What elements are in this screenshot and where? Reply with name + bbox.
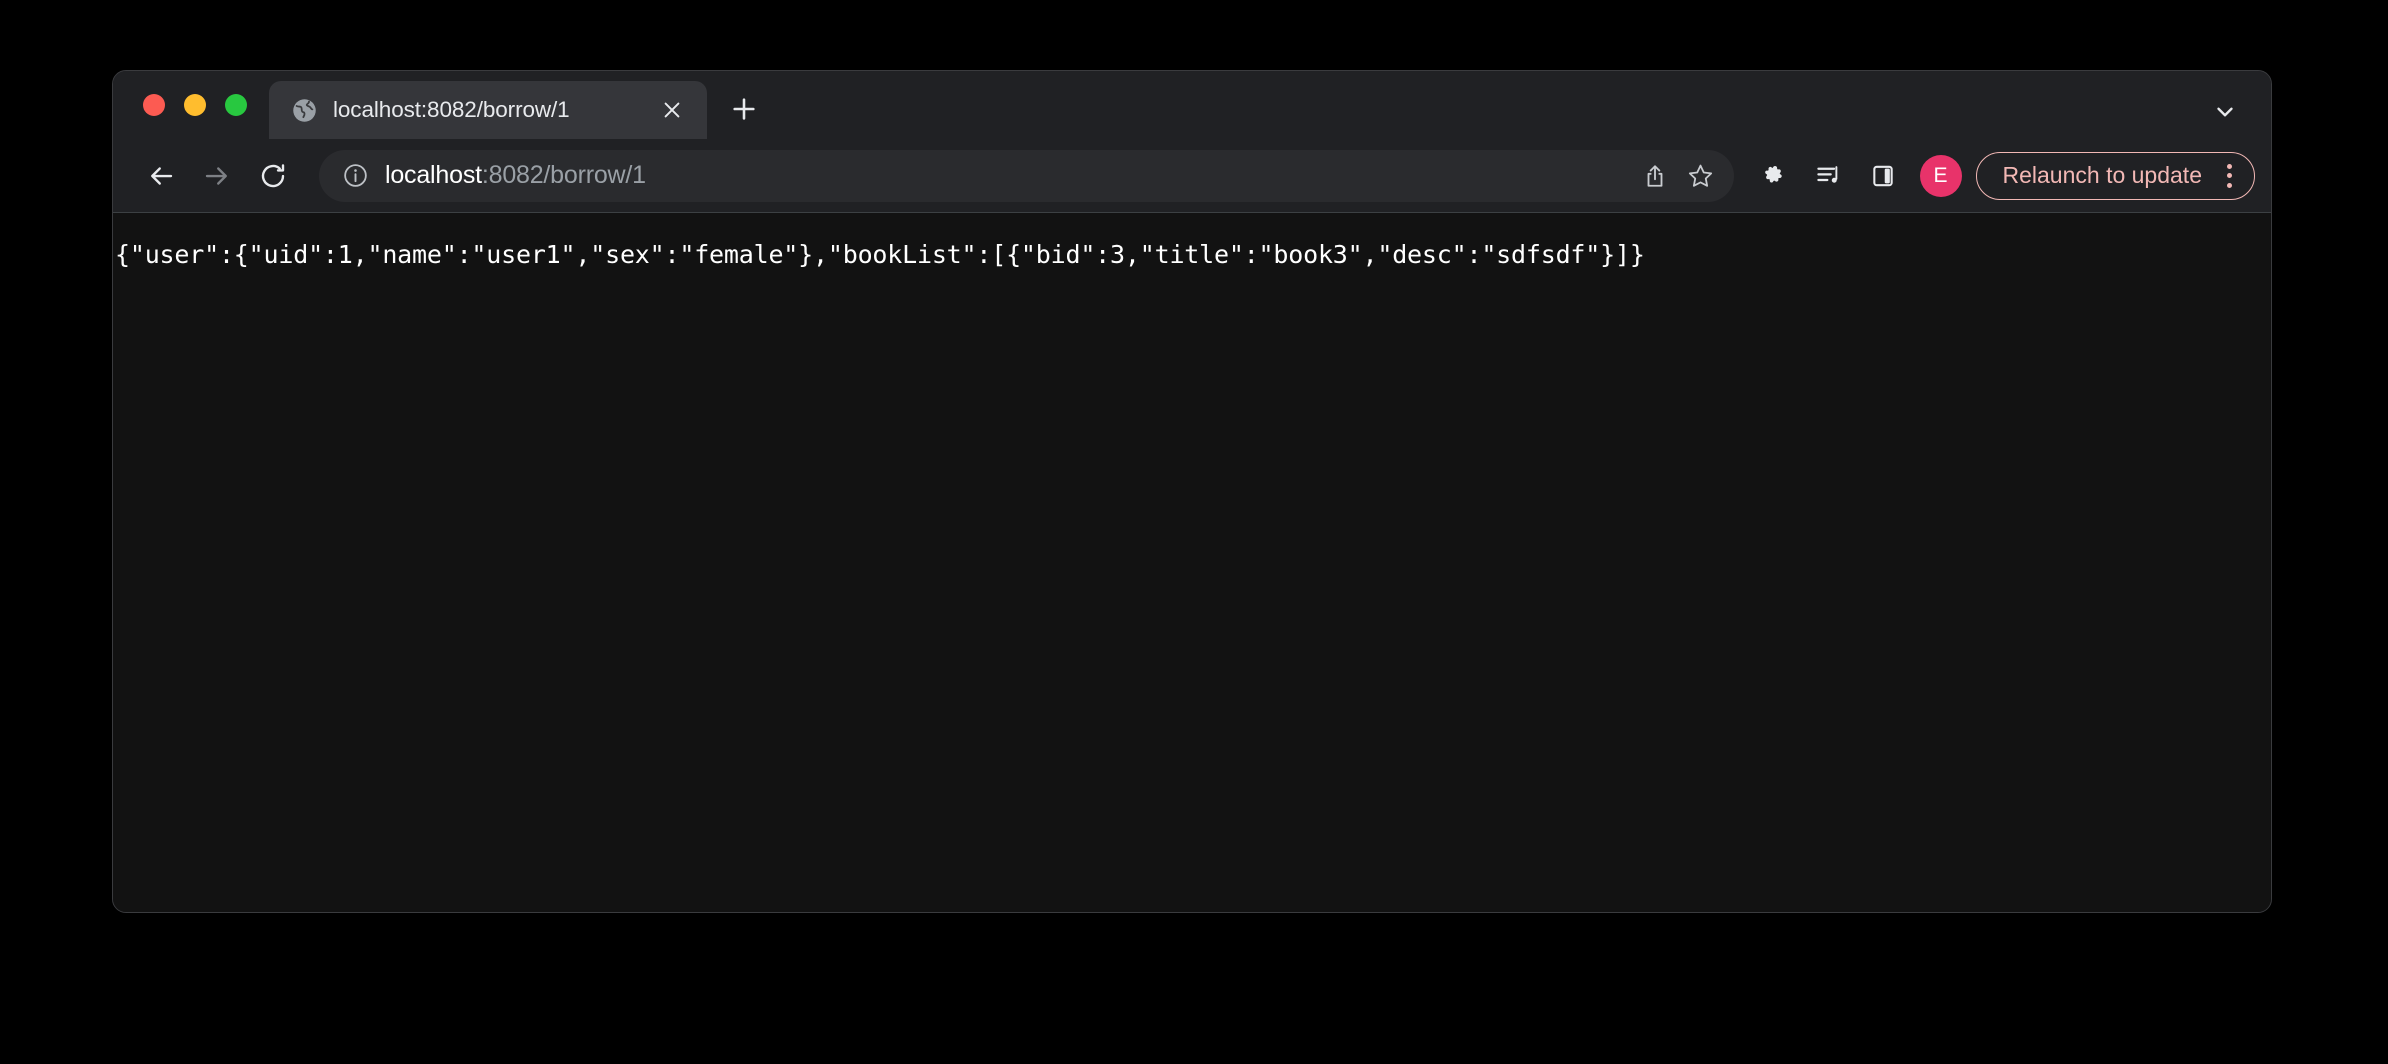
puzzle-piece-icon xyxy=(1765,165,1782,183)
extensions-button[interactable] xyxy=(1750,151,1800,201)
avatar-initial: E xyxy=(1933,163,1948,187)
media-playlist-icon[interactable] xyxy=(1804,151,1854,201)
arrow-right-icon xyxy=(205,166,227,185)
window-zoom-button[interactable] xyxy=(225,94,247,116)
new-tab-button[interactable] xyxy=(717,82,771,136)
url-text[interactable]: localhost:8082/borrow/1 xyxy=(385,163,1632,188)
tab-search-chevron-down-icon[interactable] xyxy=(2201,88,2249,136)
window-minimize-button[interactable] xyxy=(184,94,206,116)
relaunch-to-update-button[interactable]: Relaunch to update xyxy=(1975,151,2255,200)
relaunch-label: Relaunch to update xyxy=(2002,162,2203,188)
avatar[interactable]: E xyxy=(1919,154,1962,197)
kebab-menu-icon[interactable] xyxy=(2212,159,2246,193)
info-circle-icon[interactable] xyxy=(341,162,369,190)
url-path: :8082/borrow/1 xyxy=(481,163,646,188)
window-close-button[interactable] xyxy=(143,94,165,116)
browser-window: localhost:8082/borrow/1 localhost:8082/b… xyxy=(112,70,2272,913)
arrow-left-icon xyxy=(151,166,173,185)
url-host: localhost xyxy=(385,163,482,188)
reload-button[interactable] xyxy=(247,150,299,202)
reload-icon xyxy=(261,163,285,187)
tab-close-icon[interactable] xyxy=(655,93,689,127)
tab-strip: localhost:8082/borrow/1 xyxy=(113,71,2271,139)
star-icon[interactable] xyxy=(1678,153,1724,199)
forward-button[interactable] xyxy=(191,150,243,202)
browser-toolbar: localhost:8082/borrow/1 E Relaunch to up… xyxy=(113,139,2271,213)
window-traffic-lights xyxy=(113,71,269,139)
page-content-area: {"user":{"uid":1,"name":"user1","sex":"f… xyxy=(113,213,2271,912)
json-response-body: {"user":{"uid":1,"name":"user1","sex":"f… xyxy=(115,240,1645,269)
globe-icon xyxy=(291,97,318,124)
share-icon[interactable] xyxy=(1632,153,1678,199)
address-bar[interactable]: localhost:8082/borrow/1 xyxy=(319,149,1734,202)
back-button[interactable] xyxy=(135,150,187,202)
browser-tab-active[interactable]: localhost:8082/borrow/1 xyxy=(269,81,707,139)
tab-title: localhost:8082/borrow/1 xyxy=(333,98,570,122)
side-panel-icon[interactable] xyxy=(1858,151,1908,201)
